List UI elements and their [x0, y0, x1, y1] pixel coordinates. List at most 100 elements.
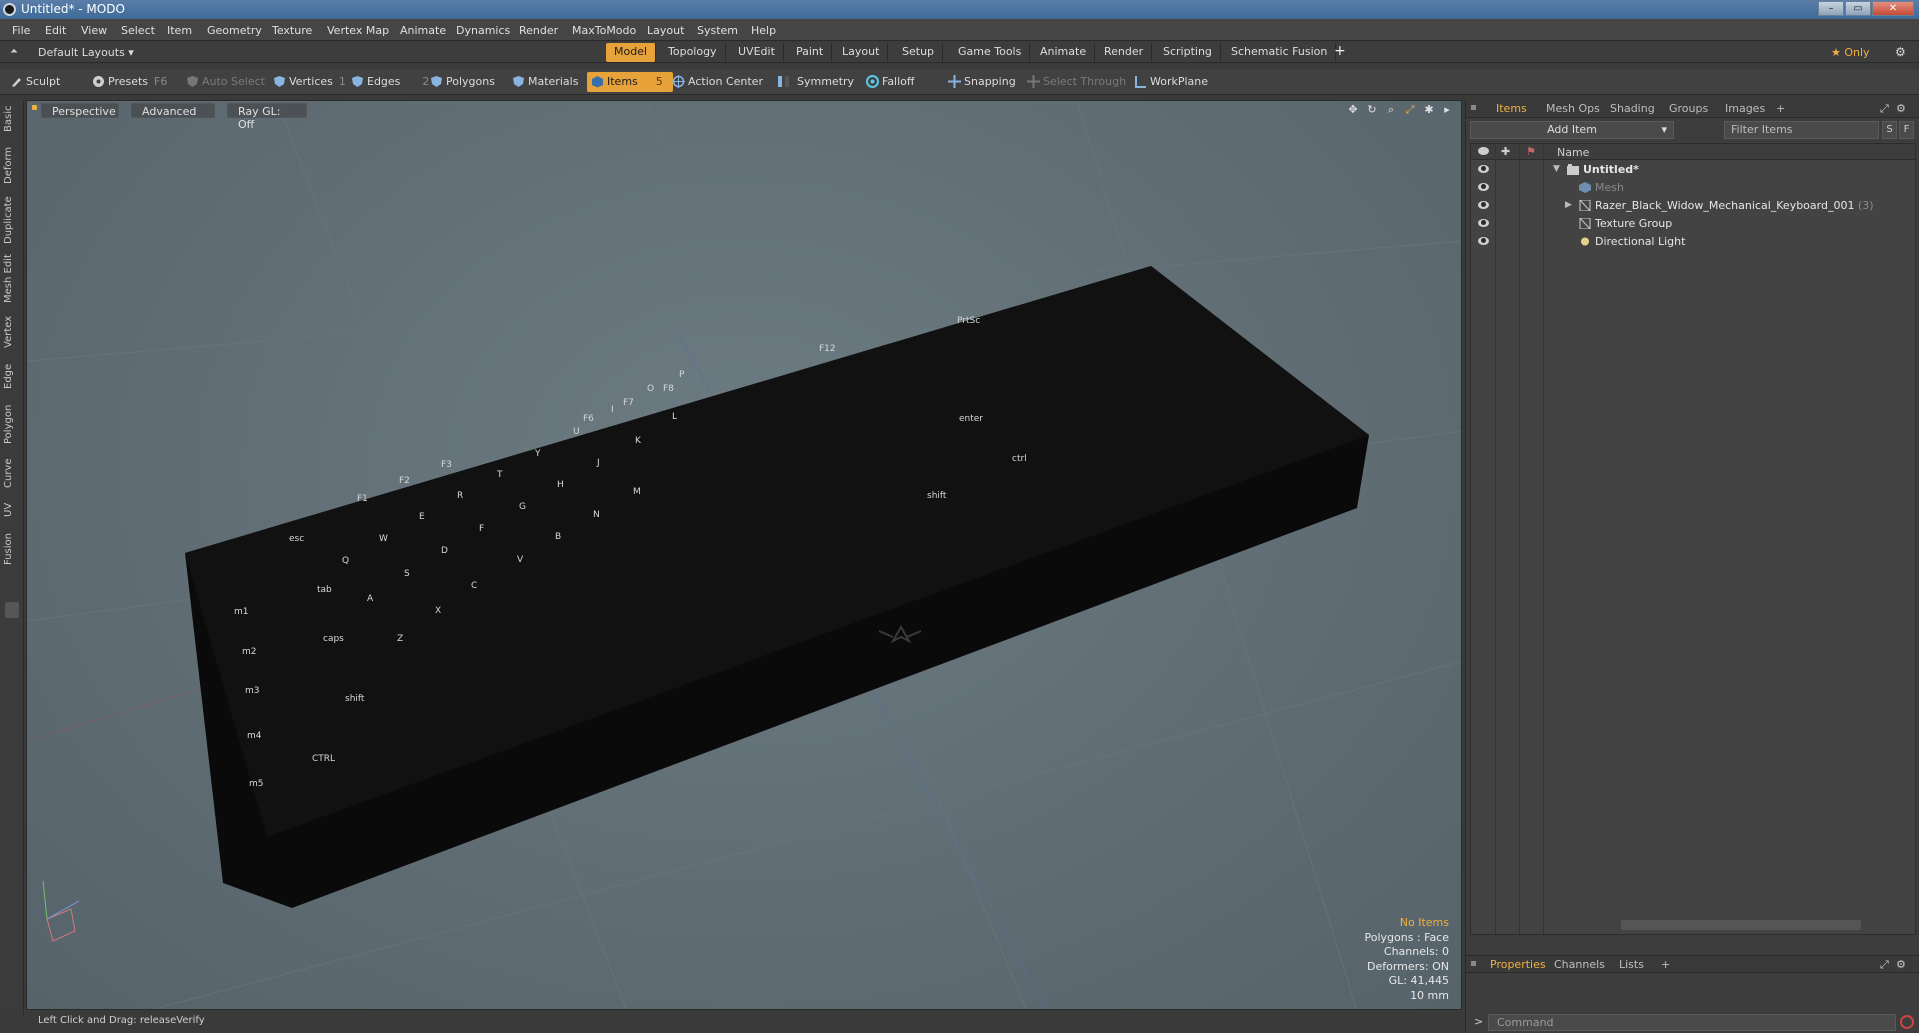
- only-toggle[interactable]: ★ Only: [1831, 46, 1870, 59]
- visibility-eye-icon[interactable]: [1478, 201, 1489, 209]
- close-window-button[interactable]: ✕: [1872, 1, 1914, 16]
- tab-scripting[interactable]: Scripting: [1155, 43, 1221, 62]
- menu-texture[interactable]: Texture: [272, 24, 312, 37]
- tab-setup[interactable]: Setup: [894, 43, 944, 62]
- vtab-uv[interactable]: UV: [3, 498, 21, 522]
- add-panel-tab[interactable]: +: [1776, 102, 1785, 115]
- tab-shading[interactable]: Shading: [1610, 102, 1655, 115]
- tab-mesh-ops[interactable]: Mesh Ops: [1546, 102, 1600, 115]
- presets-button[interactable]: Presets F6: [88, 72, 173, 92]
- workplane-button[interactable]: WorkPlane: [1130, 72, 1214, 92]
- tab-images[interactable]: Images: [1725, 102, 1765, 115]
- tab-channels[interactable]: Channels: [1554, 958, 1605, 971]
- tab-topology[interactable]: Topology: [660, 43, 726, 62]
- vtab-deform[interactable]: Deform: [3, 144, 21, 186]
- add-tab-button[interactable]: +: [1334, 43, 1346, 59]
- add-properties-tab[interactable]: +: [1661, 958, 1670, 971]
- tab-uvedit[interactable]: UVEdit: [730, 43, 784, 62]
- item-row-untitled[interactable]: ▼ Untitled*: [1471, 161, 1915, 179]
- command-input[interactable]: Command: [1488, 1014, 1896, 1031]
- vtab-mesh-edit[interactable]: Mesh Edit: [3, 254, 21, 304]
- panel-toggle-button[interactable]: [5, 602, 19, 618]
- minimize-button[interactable]: –: [1818, 1, 1844, 16]
- tab-layout[interactable]: Layout: [834, 43, 889, 62]
- menu-system[interactable]: System: [697, 24, 738, 37]
- vtab-edge[interactable]: Edge: [3, 358, 21, 394]
- vtab-duplicate[interactable]: Duplicate: [3, 194, 21, 246]
- menu-geometry[interactable]: Geometry: [207, 24, 262, 37]
- menu-select[interactable]: Select: [121, 24, 155, 37]
- filter-items-input[interactable]: Filter Items: [1724, 121, 1879, 139]
- vertices-button[interactable]: Vertices 1: [269, 72, 352, 92]
- zoom-view-icon[interactable]: ⌕: [1385, 104, 1397, 116]
- snapping-button[interactable]: Snapping: [944, 72, 1022, 92]
- horizontal-scrollbar[interactable]: [1621, 920, 1861, 930]
- f-filter-button[interactable]: F: [1899, 121, 1914, 139]
- symmetry-button[interactable]: Symmetry: [773, 72, 860, 92]
- stop-command-icon[interactable]: [1900, 1015, 1914, 1029]
- menu-help[interactable]: Help: [751, 24, 776, 37]
- properties-menu-icon[interactable]: [1471, 961, 1476, 966]
- edges-button[interactable]: Edges 2: [347, 72, 435, 92]
- menu-render[interactable]: Render: [519, 24, 558, 37]
- tab-schematic-fusion[interactable]: Schematic Fusion: [1223, 43, 1337, 62]
- gear-icon[interactable]: ⚙: [1895, 45, 1906, 59]
- name-column-header[interactable]: Name: [1557, 146, 1589, 159]
- menu-dynamics[interactable]: Dynamics: [456, 24, 510, 37]
- item-row-mesh[interactable]: Mesh: [1471, 179, 1915, 197]
- falloff-button[interactable]: Falloff: [862, 72, 920, 92]
- vtab-fusion[interactable]: Fusion: [3, 528, 21, 570]
- vtab-curve[interactable]: Curve: [3, 454, 21, 492]
- advanced-dropdown[interactable]: Advanced: [131, 103, 215, 118]
- visibility-eye-icon[interactable]: [1478, 219, 1489, 227]
- sculpt-button[interactable]: Sculpt: [6, 72, 66, 92]
- add-item-button[interactable]: Add Item ▾: [1470, 121, 1674, 139]
- visibility-eye-icon[interactable]: [1478, 183, 1489, 191]
- menu-vertex-map[interactable]: Vertex Map: [327, 24, 389, 37]
- tab-items[interactable]: Items: [1496, 102, 1527, 115]
- auto-select-button[interactable]: Auto Select: [182, 72, 271, 92]
- viewport-settings-icon[interactable]: ✱: [1423, 104, 1435, 116]
- rotate-view-icon[interactable]: ↻: [1366, 104, 1378, 116]
- menu-maxtomodo[interactable]: MaxToModo: [572, 24, 636, 37]
- menu-layout[interactable]: Layout: [647, 24, 684, 37]
- collapse-up-icon[interactable]: ⏶: [10, 46, 18, 57]
- properties-settings-icon[interactable]: ⚙: [1896, 958, 1906, 971]
- viewport-expand-icon[interactable]: ▸: [1441, 104, 1453, 116]
- item-row-texture-group[interactable]: Texture Group: [1471, 215, 1915, 233]
- menu-view[interactable]: View: [81, 24, 107, 37]
- item-row-keyboard[interactable]: ▶ Razer_Black_Widow_Mechanical_Keyboard_…: [1471, 197, 1915, 215]
- tab-properties[interactable]: Properties: [1490, 958, 1546, 971]
- maximize-button[interactable]: ▭: [1845, 1, 1871, 16]
- panel-menu-icon[interactable]: [1471, 105, 1476, 110]
- viewport-menu-icon[interactable]: [32, 105, 37, 110]
- select-through-button[interactable]: Select Through: [1023, 72, 1132, 92]
- collapse-arrow-icon[interactable]: ▼: [1553, 164, 1560, 174]
- vtab-vertex[interactable]: Vertex: [3, 312, 21, 352]
- items-button[interactable]: Items 5: [587, 72, 673, 92]
- tab-groups[interactable]: Groups: [1669, 102, 1708, 115]
- action-center-button[interactable]: Action Center: [668, 72, 769, 92]
- tab-render[interactable]: Render: [1096, 43, 1153, 62]
- tab-animate[interactable]: Animate: [1032, 43, 1096, 62]
- fit-view-icon[interactable]: ⤢: [1404, 104, 1416, 116]
- layouts-dropdown[interactable]: Default Layouts ▾: [38, 46, 134, 59]
- raygl-toggle[interactable]: Ray GL: Off: [227, 103, 307, 131]
- menu-item[interactable]: Item: [167, 24, 192, 37]
- menu-edit[interactable]: Edit: [45, 24, 66, 37]
- menu-animate[interactable]: Animate: [400, 24, 446, 37]
- tab-game-tools[interactable]: Game Tools: [950, 43, 1031, 62]
- expand-panel-icon[interactable]: ⤢: [1880, 102, 1889, 116]
- visibility-eye-icon[interactable]: [1478, 237, 1489, 245]
- vtab-basic[interactable]: Basic: [3, 102, 21, 136]
- tab-lists[interactable]: Lists: [1619, 958, 1644, 971]
- polygons-button[interactable]: Polygons: [426, 72, 501, 92]
- menu-file[interactable]: File: [12, 24, 30, 37]
- materials-button[interactable]: Materials: [508, 72, 584, 92]
- 3d-viewport[interactable]: esc m1 m2 m3 m4 m5 CTRL shift caps tab Z X C V B N…: [26, 100, 1462, 1010]
- vtab-polygon[interactable]: Polygon: [3, 400, 21, 448]
- perspective-dropdown[interactable]: Perspective: [41, 103, 119, 118]
- tab-paint[interactable]: Paint: [788, 43, 833, 62]
- s-filter-button[interactable]: S: [1882, 121, 1897, 139]
- panel-settings-icon[interactable]: ⚙: [1896, 102, 1906, 115]
